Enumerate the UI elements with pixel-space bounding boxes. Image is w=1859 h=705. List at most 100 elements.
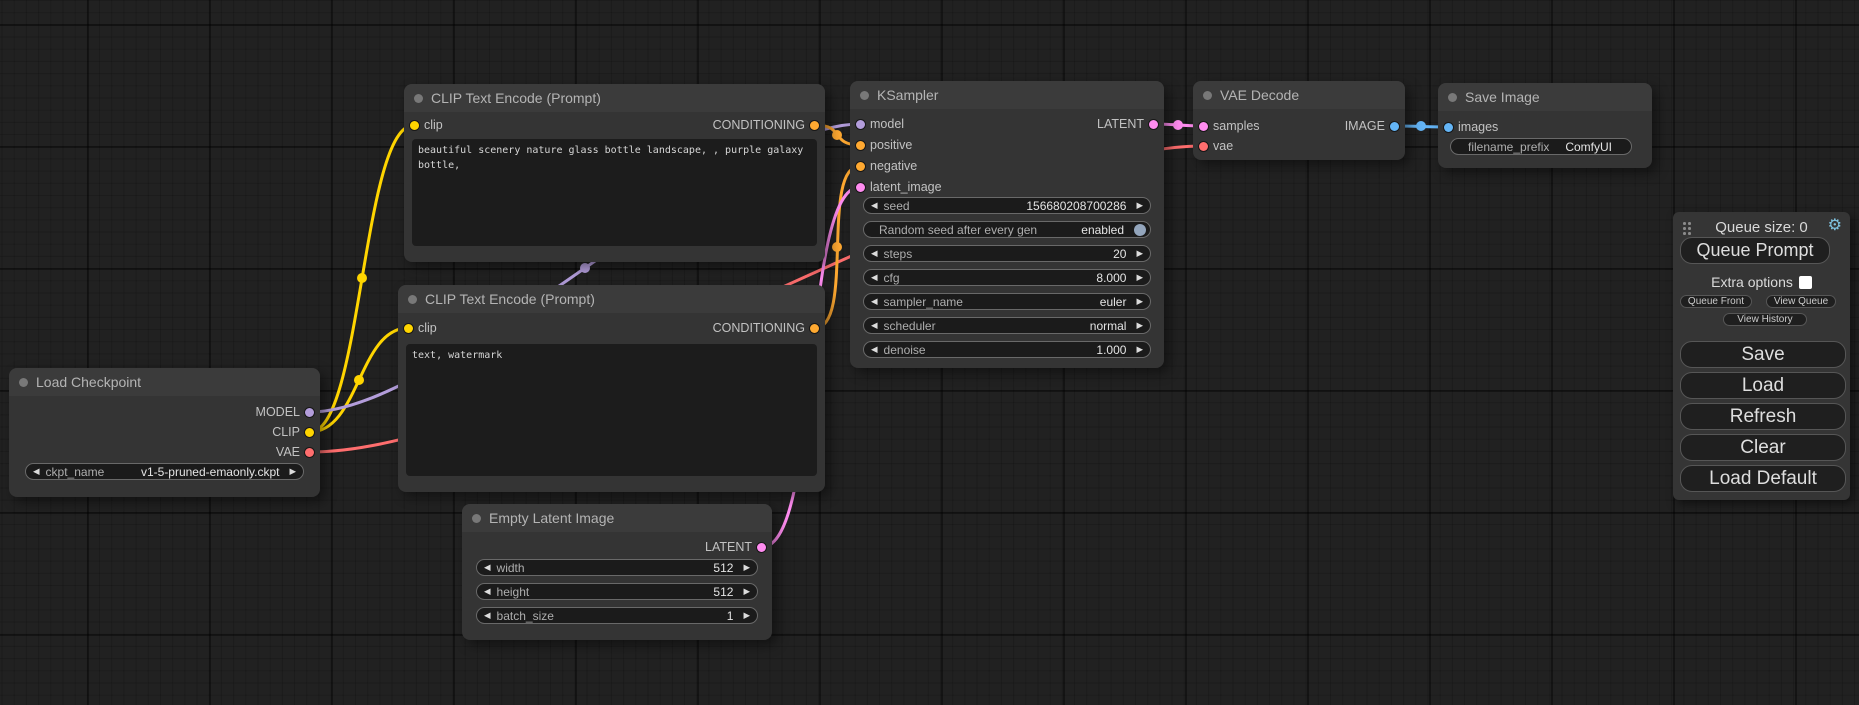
- extra-options-checkbox[interactable]: [1799, 276, 1812, 289]
- node-ksampler[interactable]: KSampler model positive negative latent_…: [850, 81, 1164, 368]
- node-empty-latent-image[interactable]: Empty Latent Image LATENT ◀ width 512 ▶ …: [462, 504, 772, 640]
- node-title-bar[interactable]: Save Image: [1438, 83, 1652, 111]
- widget-batch-size[interactable]: ◀ batch_size 1 ▶: [476, 607, 758, 624]
- increment-arrow-icon[interactable]: ▶: [1136, 246, 1143, 261]
- widget-cfg[interactable]: ◀ cfg 8.000 ▶: [863, 269, 1151, 286]
- input-slot-images[interactable]: [1444, 123, 1453, 132]
- increment-arrow-icon[interactable]: ▶: [743, 560, 750, 575]
- node-title-bar[interactable]: Load Checkpoint: [9, 368, 320, 396]
- prompt-textarea[interactable]: beautiful scenery nature glass bottle la…: [412, 139, 817, 246]
- decrement-arrow-icon[interactable]: ◀: [871, 342, 878, 357]
- widget-label: cfg: [884, 271, 900, 285]
- input-slot-model[interactable]: [856, 120, 865, 129]
- collapse-dot-icon[interactable]: [19, 378, 28, 387]
- decrement-arrow-icon[interactable]: ◀: [484, 584, 491, 599]
- decrement-arrow-icon[interactable]: ◀: [871, 294, 878, 309]
- increment-arrow-icon[interactable]: ▶: [743, 608, 750, 623]
- link-midpoint-dot: [832, 242, 842, 252]
- widget-scheduler[interactable]: ◀ scheduler normal ▶: [863, 317, 1151, 334]
- decrement-arrow-icon[interactable]: ◀: [871, 318, 878, 333]
- save-button[interactable]: Save: [1680, 341, 1846, 368]
- node-title-bar[interactable]: KSampler: [850, 81, 1164, 109]
- input-label-negative: negative: [870, 159, 917, 173]
- widget-steps[interactable]: ◀ steps 20 ▶: [863, 245, 1151, 262]
- collapse-dot-icon[interactable]: [414, 94, 423, 103]
- decrement-arrow-icon[interactable]: ◀: [871, 246, 878, 261]
- collapse-dot-icon[interactable]: [860, 91, 869, 100]
- decrement-arrow-icon[interactable]: ◀: [484, 608, 491, 623]
- queue-front-button[interactable]: Queue Front: [1680, 295, 1752, 308]
- decrement-arrow-icon[interactable]: ◀: [33, 464, 40, 479]
- collapse-dot-icon[interactable]: [1448, 93, 1457, 102]
- input-slot-clip[interactable]: [410, 121, 419, 130]
- input-slot-vae[interactable]: [1199, 142, 1208, 151]
- increment-arrow-icon[interactable]: ▶: [1136, 342, 1143, 357]
- widget-label: denoise: [884, 343, 926, 357]
- load-default-button[interactable]: Load Default: [1680, 465, 1846, 492]
- input-slot-samples[interactable]: [1199, 122, 1208, 131]
- output-slot-conditioning[interactable]: [810, 324, 819, 333]
- widget-height[interactable]: ◀ height 512 ▶: [476, 583, 758, 600]
- view-history-button[interactable]: View History: [1723, 313, 1807, 326]
- decrement-arrow-icon[interactable]: ◀: [484, 560, 491, 575]
- output-slot-conditioning[interactable]: [810, 121, 819, 130]
- decrement-arrow-icon[interactable]: ◀: [871, 270, 878, 285]
- widget-value: 1: [560, 609, 738, 623]
- output-label-latent: LATENT: [1097, 117, 1144, 131]
- increment-arrow-icon[interactable]: ▶: [1136, 294, 1143, 309]
- collapse-dot-icon[interactable]: [472, 514, 481, 523]
- node-title-bar[interactable]: VAE Decode: [1193, 81, 1405, 109]
- collapse-dot-icon[interactable]: [408, 295, 417, 304]
- output-slot-latent[interactable]: [1149, 120, 1158, 129]
- clear-button[interactable]: Clear: [1680, 434, 1846, 461]
- widget-sampler-name[interactable]: ◀ sampler_name euler ▶: [863, 293, 1151, 310]
- collapse-dot-icon[interactable]: [1203, 91, 1212, 100]
- output-slot-model[interactable]: [305, 408, 314, 417]
- node-title-bar[interactable]: CLIP Text Encode (Prompt): [398, 285, 825, 313]
- node-clip-text-encode-negative[interactable]: CLIP Text Encode (Prompt) clip CONDITION…: [398, 285, 825, 492]
- widget-width[interactable]: ◀ width 512 ▶: [476, 559, 758, 576]
- widget-random-seed-toggle[interactable]: Random seed after every gen enabled: [863, 221, 1151, 238]
- output-slot-image[interactable]: [1390, 122, 1399, 131]
- node-graph-canvas[interactable]: Load Checkpoint MODEL CLIP VAE ◀ ckpt_na…: [0, 0, 1859, 705]
- node-title-bar[interactable]: CLIP Text Encode (Prompt): [404, 84, 825, 112]
- output-slot-vae[interactable]: [305, 448, 314, 457]
- node-load-checkpoint[interactable]: Load Checkpoint MODEL CLIP VAE ◀ ckpt_na…: [9, 368, 320, 497]
- output-slot-clip[interactable]: [305, 428, 314, 437]
- queue-prompt-button[interactable]: Queue Prompt: [1680, 237, 1830, 264]
- node-vae-decode[interactable]: VAE Decode samples vae IMAGE: [1193, 81, 1405, 160]
- view-queue-button[interactable]: View Queue: [1766, 295, 1836, 308]
- increment-arrow-icon[interactable]: ▶: [743, 584, 750, 599]
- node-save-image[interactable]: Save Image images filename_prefix ComfyU…: [1438, 83, 1652, 168]
- input-slot-positive[interactable]: [856, 141, 865, 150]
- toggle-knob-icon[interactable]: [1134, 224, 1146, 236]
- input-slot-latent-image[interactable]: [856, 183, 865, 192]
- decrement-arrow-icon[interactable]: ◀: [871, 198, 878, 213]
- load-button[interactable]: Load: [1680, 372, 1846, 399]
- queue-menu-panel: Queue size: 0 ⚙ Queue Prompt Extra optio…: [1673, 212, 1850, 500]
- widget-label: width: [497, 561, 525, 575]
- refresh-button[interactable]: Refresh: [1680, 403, 1846, 430]
- input-label-clip: clip: [424, 118, 443, 132]
- output-label-image: IMAGE: [1345, 119, 1385, 133]
- increment-arrow-icon[interactable]: ▶: [1136, 270, 1143, 285]
- widget-label: ckpt_name: [46, 465, 105, 479]
- prompt-textarea[interactable]: text, watermark: [406, 344, 817, 476]
- increment-arrow-icon[interactable]: ▶: [289, 464, 296, 479]
- node-title: Empty Latent Image: [489, 504, 614, 532]
- node-clip-text-encode-positive[interactable]: CLIP Text Encode (Prompt) clip CONDITION…: [404, 84, 825, 262]
- widget-seed[interactable]: ◀ seed 156680208700286 ▶: [863, 197, 1151, 214]
- output-label-latent: LATENT: [705, 540, 752, 554]
- input-slot-clip[interactable]: [404, 324, 413, 333]
- increment-arrow-icon[interactable]: ▶: [1136, 318, 1143, 333]
- widget-filename-prefix[interactable]: filename_prefix ComfyUI: [1450, 138, 1632, 155]
- output-slot-latent[interactable]: [757, 543, 766, 552]
- settings-gear-icon[interactable]: ⚙: [1828, 215, 1842, 235]
- increment-arrow-icon[interactable]: ▶: [1136, 198, 1143, 213]
- node-title: CLIP Text Encode (Prompt): [425, 285, 595, 313]
- node-title-bar[interactable]: Empty Latent Image: [462, 504, 772, 532]
- widget-denoise[interactable]: ◀ denoise 1.000 ▶: [863, 341, 1151, 358]
- widget-label: seed: [884, 199, 910, 213]
- widget-ckpt-name[interactable]: ◀ ckpt_name v1-5-pruned-emaonly.ckpt ▶: [25, 463, 304, 480]
- input-slot-negative[interactable]: [856, 162, 865, 171]
